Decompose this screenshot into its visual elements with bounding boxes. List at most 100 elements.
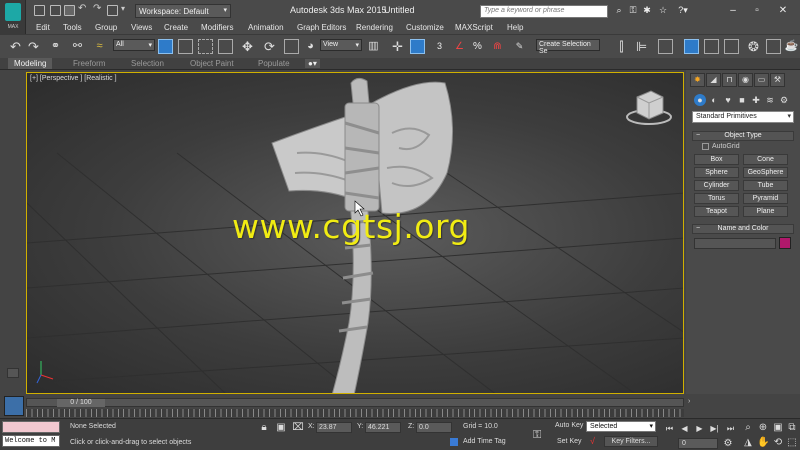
z-coordinate-field[interactable]: 0.0 [416,422,452,433]
reference-coordinate-dropdown[interactable]: View ▾ [320,39,362,51]
menu-help[interactable]: Help [507,23,523,32]
selection-filter-dropdown[interactable]: All ▾ [113,39,155,51]
zoom-all-icon[interactable]: ⊕ [757,422,769,434]
snaps-toggle-icon[interactable]: 3 [432,39,447,54]
current-frame-field[interactable]: 0 [678,438,718,449]
object-name-field[interactable] [694,238,776,249]
display-tab-icon[interactable]: ▭ [754,73,769,87]
key-filters-button[interactable]: Key Filters... [604,436,658,447]
plane-button[interactable]: Plane [743,206,788,217]
pyramid-button[interactable]: Pyramid [743,193,788,204]
go-to-end-icon[interactable]: ⏭ [724,423,737,435]
name-color-rollout[interactable]: − Name and Color [692,224,794,234]
set-key-mode-icon[interactable]: ⚿ [533,429,541,442]
select-object-icon[interactable] [158,39,173,54]
viewcube-icon[interactable] [626,90,672,125]
menu-group[interactable]: Group [95,23,117,32]
motion-tab-icon[interactable]: ◉ [738,73,753,87]
object-color-swatch[interactable] [779,237,791,249]
helpers-icon[interactable]: ✚ [750,94,762,106]
redo-icon[interactable]: ↷ [26,39,41,54]
lock-selection-icon[interactable]: 🔒︎ [258,422,270,434]
menu-maxscript[interactable]: MAXScript [455,23,493,32]
render-icon[interactable]: ☕ [784,39,799,54]
select-manipulate-icon[interactable]: ✛ [390,39,405,54]
cone-button[interactable]: Cone [743,154,788,165]
hierarchy-tab-icon[interactable]: ⊓ [722,73,737,87]
tab-modeling[interactable]: Modeling [8,58,53,69]
undo-icon[interactable]: ↶ [78,3,89,14]
tab-object-paint[interactable]: Object Paint [190,59,234,68]
systems-icon[interactable]: ⚙ [778,94,790,106]
select-by-name-icon[interactable] [178,39,193,54]
geometry-icon[interactable]: ● [694,94,706,106]
go-to-start-icon[interactable]: ⏮ [663,423,676,435]
create-tab-icon[interactable]: ✸ [690,73,705,87]
time-slider[interactable]: 0 / 100 [26,398,684,407]
scale-icon[interactable] [284,39,299,54]
menu-create[interactable]: Create [164,23,188,32]
autogrid-checkbox[interactable]: AutoGrid [702,143,740,150]
viewport-label[interactable]: [+] [Perspective ] [Realistic ] [30,75,117,82]
maximize-button[interactable]: ▫ [746,3,768,18]
material-editor-icon[interactable]: ❂ [746,39,761,54]
edit-named-selection-icon[interactable]: ✎ [512,39,527,54]
search-input[interactable]: Type a keyword or phrase [480,5,608,18]
menu-tools[interactable]: Tools [63,23,82,32]
named-selection-dropdown[interactable]: Create Selection Se [536,39,600,55]
pivot-center-icon[interactable]: ▥ [366,39,381,54]
menu-rendering[interactable]: Rendering [356,23,393,32]
menu-edit[interactable]: Edit [36,23,50,32]
mirror-icon[interactable]: ⫿ [614,39,629,54]
space-warps-icon[interactable]: ≋ [764,94,776,106]
mini-curve-editor-icon[interactable] [4,396,24,416]
curve-editor-icon[interactable] [704,39,719,54]
save-file-icon[interactable] [64,5,75,16]
box-button[interactable]: Box [694,154,739,165]
x-coordinate-field[interactable]: 23.87 [316,422,352,433]
maxscript-output[interactable]: Welcome to M [2,435,60,447]
set-key-button[interactable]: Set Key [557,438,582,445]
play-icon[interactable]: ▶ [693,423,706,435]
maximize-viewport-icon[interactable]: ⬚ [786,437,798,449]
undo-icon[interactable]: ↶ [8,39,23,54]
time-slider-label[interactable]: 0 / 100 [57,399,105,407]
zoom-icon[interactable]: ⌕ [742,422,754,434]
workspace-dropdown[interactable]: Workspace: Default ▾ [135,4,231,18]
key-set-selection-dropdown[interactable]: Selected ▾ [586,421,656,432]
previous-frame-icon[interactable]: ◀ [678,423,691,435]
help-icon[interactable]: ?▾ [672,3,694,18]
y-coordinate-field[interactable]: 46.221 [365,422,401,433]
angle-snap-icon[interactable]: ∠ [452,39,467,54]
tab-populate[interactable]: Populate [258,59,290,68]
project-folder-icon[interactable] [107,5,118,16]
shapes-icon[interactable]: ◐ [708,94,720,106]
redo-icon[interactable]: ↷ [93,3,104,14]
menu-graph-editors[interactable]: Graph Editors [297,23,346,32]
bind-space-warp-icon[interactable]: ≈ [92,39,107,54]
tab-selection[interactable]: Selection [131,59,164,68]
window-crossing-icon[interactable] [218,39,233,54]
cameras-icon[interactable]: ■ [736,94,748,106]
menu-modifiers[interactable]: Modifiers [201,23,233,32]
tab-freeform[interactable]: Freeform [73,59,105,68]
next-frame-arrow-icon[interactable]: › [688,398,696,407]
cylinder-button[interactable]: Cylinder [694,180,739,191]
modify-tab-icon[interactable]: ◢ [706,73,721,87]
open-file-icon[interactable] [50,5,61,16]
move-icon[interactable]: ✥ [240,39,255,54]
maxscript-listener-input[interactable] [2,421,60,433]
geosphere-button[interactable]: GeoSphere [743,167,788,178]
next-frame-icon[interactable]: ▶| [708,423,721,435]
utilities-tab-icon[interactable]: ⚒ [770,73,785,87]
schematic-view-icon[interactable] [724,39,739,54]
render-setup-icon[interactable] [766,39,781,54]
ribbon-options-icon[interactable]: ●▾ [305,59,320,68]
rotate-icon[interactable]: ⟳ [262,39,277,54]
tube-button[interactable]: Tube [743,180,788,191]
absolute-transform-icon[interactable]: ⌧ [292,422,304,434]
auto-key-button[interactable]: Auto Key [555,422,583,429]
isolate-selection-icon[interactable]: ▣ [275,422,287,434]
application-button[interactable]: MAX [0,0,26,34]
sphere-button[interactable]: Sphere [694,167,739,178]
